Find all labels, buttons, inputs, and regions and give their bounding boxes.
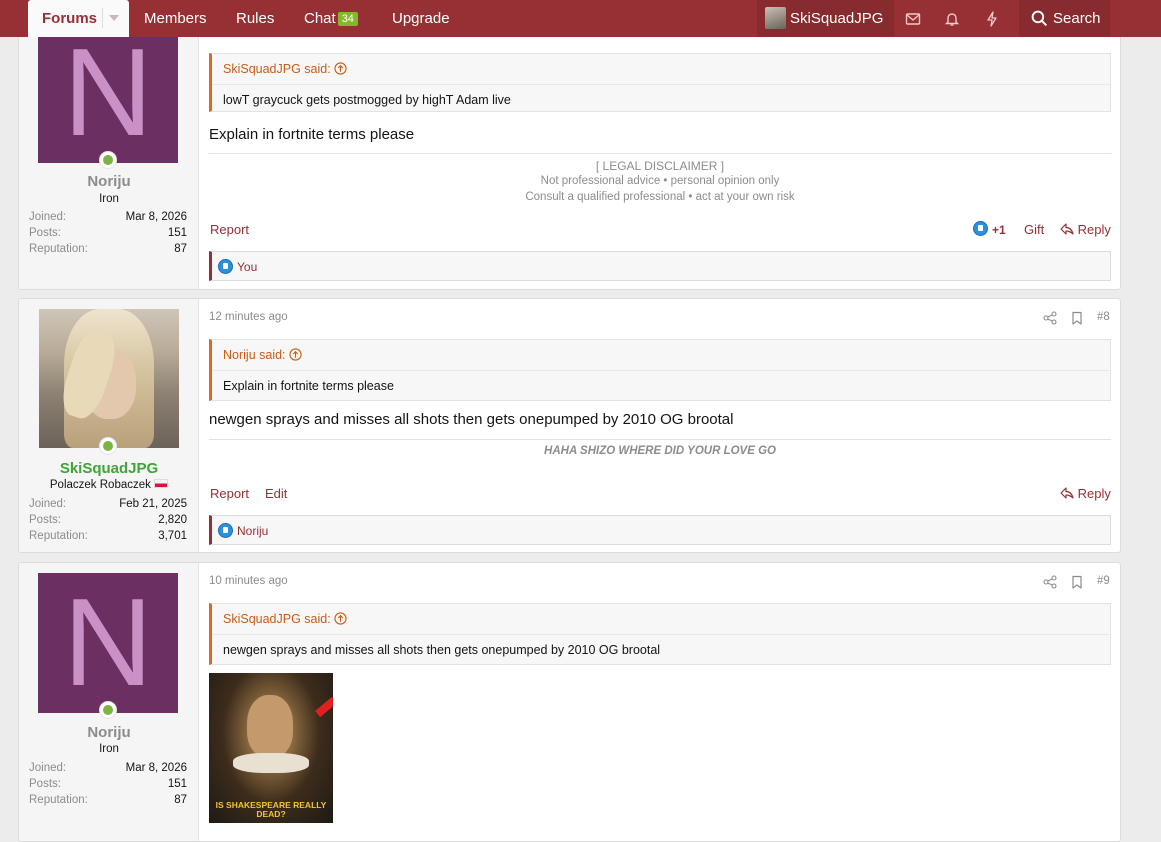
divider	[102, 8, 103, 28]
post-user-sidebar: SkiSquadJPG Polaczek Robaczek Joined: Feb…	[19, 299, 199, 552]
post-timestamp[interactable]: 10 minutes ago	[209, 575, 288, 587]
stat-posts: Posts: 151	[29, 227, 187, 239]
message-body: newgen sprays and misses all shots then …	[209, 411, 734, 428]
post-message: N Noriju Iron Joined: Mar 8, 2026 Posts: 1…	[18, 20, 1121, 290]
tab-chat[interactable]: Chat 34	[304, 10, 358, 27]
quote-block: SkiSquadJPG said: newgen sprays and miss…	[209, 603, 1111, 665]
stat-reputation: Reputation: 87	[29, 243, 187, 255]
stat-reputation: Reputation: 87	[29, 794, 187, 806]
quote-block: Noriju said: Explain in fortnite terms p…	[209, 339, 1111, 401]
like-reaction-icon	[218, 523, 233, 538]
avatar[interactable]: N	[38, 23, 178, 163]
tab-members[interactable]: Members	[144, 10, 207, 27]
post-message: SkiSquadJPG Polaczek Robaczek Joined: Feb…	[18, 298, 1121, 553]
reply-button[interactable]: Reply	[1060, 486, 1111, 501]
reply-icon	[1060, 223, 1074, 235]
signature-line: HAHA SHIZO WHERE DID YOUR LOVE GO	[544, 445, 776, 457]
arrow-up-circle-icon[interactable]	[334, 612, 347, 625]
quote-text: Explain in fortnite terms please	[223, 379, 394, 393]
user-title: Polaczek Robaczek	[19, 479, 199, 491]
quote-block: SkiSquadJPG said: lowT graycuck gets pos…	[209, 53, 1111, 112]
like-reaction-icon	[218, 259, 233, 274]
account-username: SkiSquadJPG	[790, 10, 884, 27]
envelope-icon[interactable]	[905, 11, 921, 27]
report-link[interactable]: Report	[210, 222, 249, 237]
post-message: N Noriju Iron Joined: Mar 8, 2026 Posts: 1…	[18, 562, 1121, 842]
online-status-icon	[99, 701, 117, 719]
reply-icon	[1060, 487, 1074, 499]
chat-count-badge: 34	[337, 12, 358, 26]
quote-text: newgen sprays and misses all shots then …	[223, 643, 661, 657]
like-reaction-icon[interactable]	[973, 221, 988, 236]
red-arrow-icon	[315, 696, 333, 718]
reaction-count[interactable]: +1	[992, 223, 1006, 237]
reacted-users[interactable]: You	[237, 260, 257, 274]
reactions-bar[interactable]: Noriju	[209, 515, 1111, 545]
gift-link[interactable]: Gift	[1024, 222, 1044, 237]
bookmark-icon[interactable]	[1070, 575, 1084, 589]
reactions-bar[interactable]: You	[209, 251, 1111, 281]
user-title: Iron	[99, 743, 119, 755]
tab-forums[interactable]: Forums	[28, 0, 129, 37]
post-user-sidebar: N Noriju Iron Joined: Mar 8, 2026 Posts: 1…	[19, 21, 199, 289]
shakespeare-portrait: IS SHAKESPEARE REALLY DEAD?	[209, 673, 333, 823]
user-title: Iron	[99, 193, 119, 205]
search-button[interactable]: Search	[1019, 0, 1110, 37]
signature-line: [ LEGAL DISCLAIMER ]	[595, 159, 725, 173]
username[interactable]: Noriju	[19, 724, 199, 741]
chevron-down-icon[interactable]	[109, 15, 119, 21]
stat-reputation: Reputation: 3,701	[29, 530, 187, 542]
post-number[interactable]: #9	[1097, 575, 1110, 587]
attached-image[interactable]: IS SHAKESPEARE REALLY DEAD?	[209, 673, 333, 823]
bell-icon[interactable]	[944, 11, 960, 27]
tab-rules[interactable]: Rules	[236, 10, 274, 27]
stat-joined: Joined: Mar 8, 2026	[29, 762, 187, 774]
divider	[209, 153, 1111, 154]
stat-posts: Posts: 2,820	[29, 514, 187, 526]
report-link[interactable]: Report	[210, 486, 249, 501]
divider	[209, 439, 1111, 440]
online-status-icon	[99, 151, 117, 169]
stat-posts: Posts: 151	[29, 778, 187, 790]
stat-joined: Joined: Feb 21, 2025	[29, 498, 187, 510]
image-caption: IS SHAKESPEARE REALLY DEAD?	[215, 800, 327, 819]
reacted-users[interactable]: Noriju	[237, 524, 268, 538]
share-icon[interactable]	[1043, 311, 1057, 325]
share-icon[interactable]	[1043, 575, 1057, 589]
search-icon	[1031, 10, 1048, 27]
top-navbar: Forums Members Rules Chat 34 Upgrade SkiS…	[0, 0, 1161, 37]
search-label: Search	[1053, 10, 1101, 27]
avatar	[765, 7, 786, 29]
online-status-icon	[99, 437, 117, 455]
username[interactable]: SkiSquadJPG	[19, 460, 199, 477]
stat-joined: Joined: Mar 8, 2026	[29, 211, 187, 223]
signature-line: Not professional advice • personal opini…	[540, 175, 780, 187]
account-menu[interactable]: SkiSquadJPG	[757, 0, 894, 37]
bookmark-icon[interactable]	[1070, 311, 1084, 325]
signature-line: Consult a qualified professional • act a…	[525, 191, 795, 203]
poland-flag-icon	[154, 479, 169, 488]
arrow-up-circle-icon[interactable]	[289, 348, 302, 361]
bolt-icon[interactable]	[984, 11, 1000, 27]
tab-chat-label: Chat	[304, 10, 336, 27]
tab-forums-label: Forums	[42, 10, 98, 27]
tab-upgrade[interactable]: Upgrade	[392, 10, 450, 27]
reply-button[interactable]: Reply	[1060, 222, 1111, 237]
avatar[interactable]: N	[38, 573, 178, 713]
post-number[interactable]: #8	[1097, 311, 1110, 323]
username[interactable]: Noriju	[19, 173, 199, 190]
edit-link[interactable]: Edit	[265, 486, 287, 501]
post-timestamp[interactable]: 12 minutes ago	[209, 311, 288, 323]
arrow-up-circle-icon[interactable]	[334, 62, 347, 75]
post-user-sidebar: N Noriju Iron Joined: Mar 8, 2026 Posts: 1…	[19, 563, 199, 841]
quote-author[interactable]: SkiSquadJPG said:	[223, 62, 347, 76]
message-body: Explain in fortnite terms please	[209, 126, 415, 143]
quote-text: lowT graycuck gets postmogged by highT A…	[223, 93, 511, 107]
quote-author[interactable]: Noriju said:	[223, 348, 302, 362]
avatar[interactable]	[39, 309, 179, 448]
quote-author[interactable]: SkiSquadJPG said:	[223, 612, 347, 626]
